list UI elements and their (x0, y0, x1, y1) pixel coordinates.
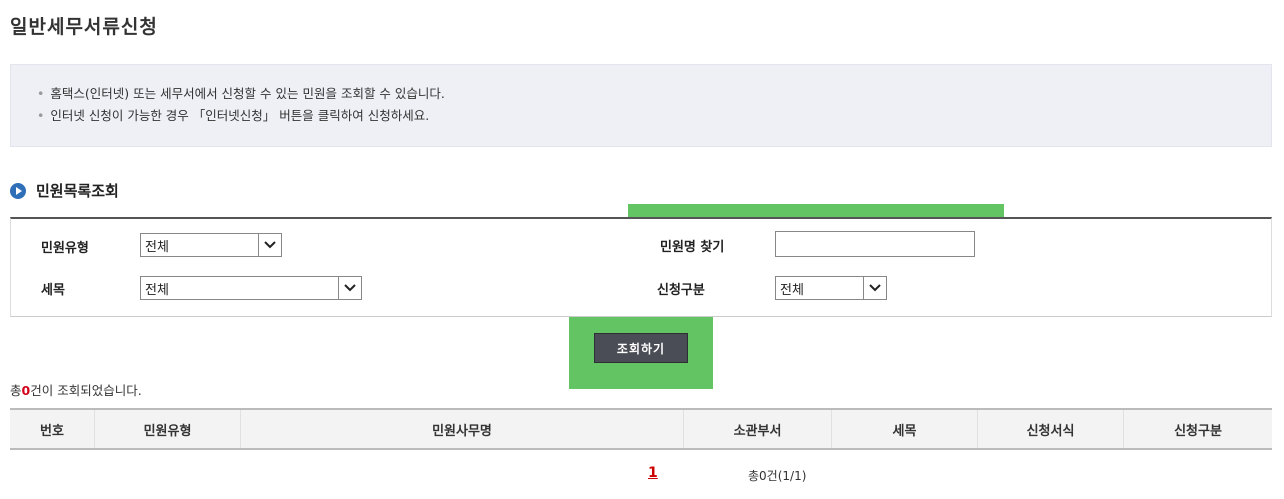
result-count-number: 0 (21, 383, 31, 398)
col-name: 민원사무명 (241, 410, 684, 448)
search-button[interactable]: 조회하기 (594, 333, 688, 363)
col-form: 신청서식 (978, 410, 1124, 448)
apply-select[interactable]: 전체 (775, 276, 887, 300)
type-label: 민원유형 (41, 241, 89, 256)
page-link[interactable]: 1 (648, 465, 658, 481)
col-number: 번호 (10, 410, 95, 448)
page-title: 일반세무서류신청 (10, 16, 158, 38)
apply-label: 신청구분 (657, 283, 705, 298)
bullet-icon: • (37, 86, 45, 101)
tax-label: 세목 (41, 283, 65, 298)
info-line: • 인터넷 신청이 가능한 경우 「인터넷신청」 버튼을 클릭하여 신청하세요. (37, 108, 430, 123)
result-table-header: 번호 민원유형 민원사무명 소관부서 세목 신청서식 신청구분 (10, 408, 1272, 450)
section-header: 민원목록조회 (10, 180, 119, 201)
chevron-down-icon (863, 277, 886, 299)
bullet-icon: • (37, 108, 45, 123)
section-title: 민원목록조회 (36, 182, 119, 200)
info-line: • 홈택스(인터넷) 또는 세무서에서 신청할 수 있는 민원을 조회할 수 있습… (37, 86, 445, 101)
tax-select[interactable]: 전체 (140, 276, 362, 300)
info-box: • 홈택스(인터넷) 또는 세무서에서 신청할 수 있는 민원을 조회할 수 있습… (10, 64, 1272, 147)
col-apply: 신청구분 (1174, 423, 1222, 439)
chevron-down-icon (258, 234, 281, 256)
col-tax: 세목 (832, 410, 978, 448)
chevron-down-icon (338, 277, 361, 299)
search-form: 민원유형 전체 세목 전체 신청구분 전체 (10, 217, 1272, 317)
col-type: 민원유형 (95, 410, 241, 448)
page-total: 총0건(1/1) (748, 469, 807, 483)
col-department: 소관부서 (684, 410, 832, 448)
result-count: 총0건이 조회되었습니다. (10, 383, 142, 398)
name-search-label: 민원명 찾기 (656, 235, 729, 256)
type-select[interactable]: 전체 (140, 233, 282, 257)
name-search-input[interactable] (775, 231, 975, 257)
section-bullet-icon (10, 182, 26, 199)
